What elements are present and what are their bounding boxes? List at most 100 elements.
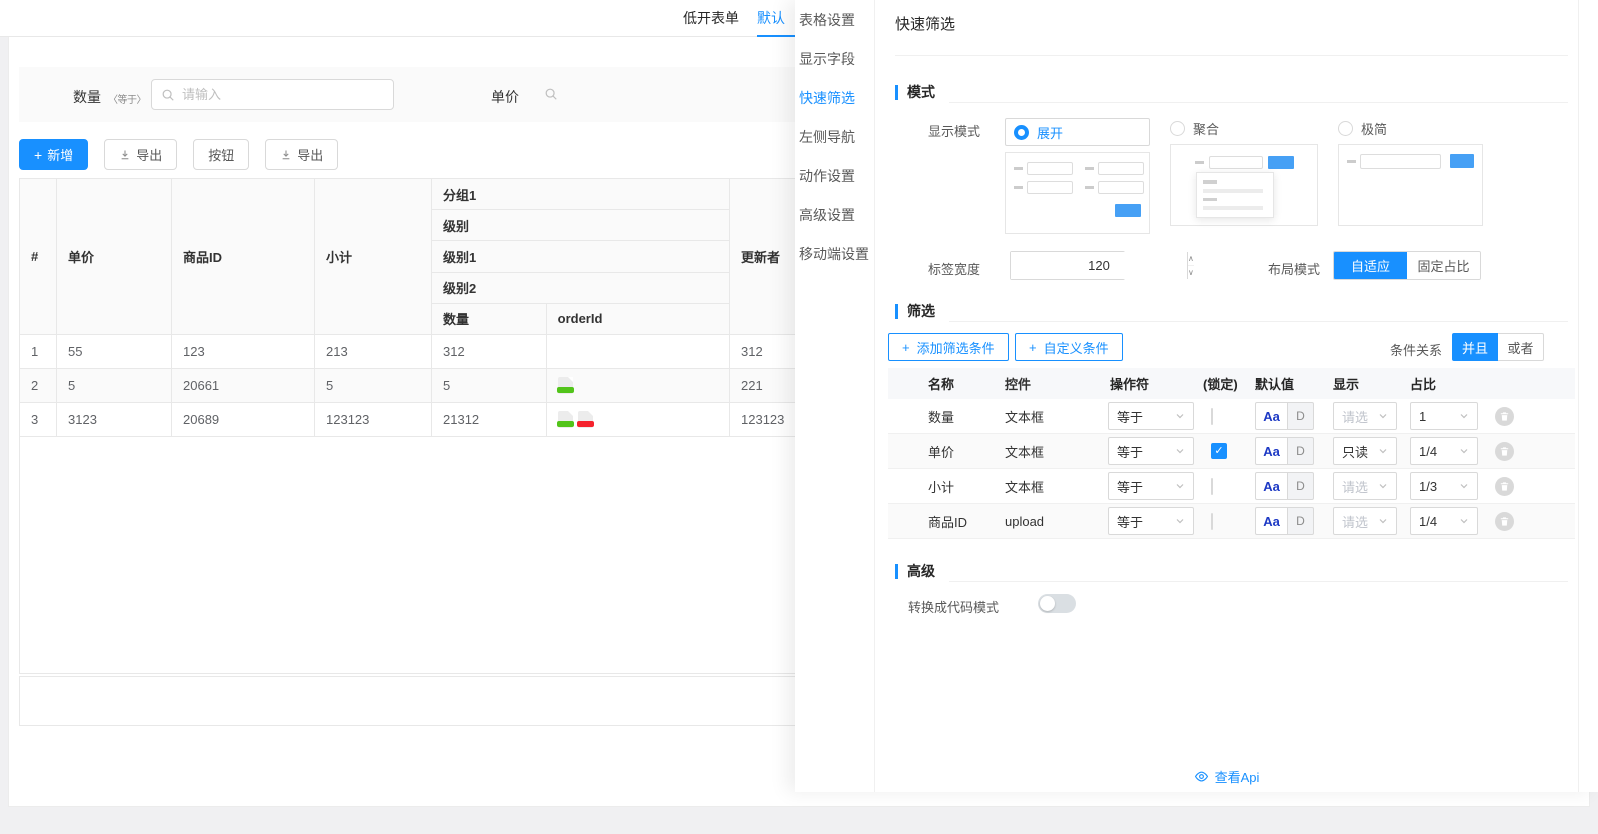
preview-button (1115, 204, 1141, 217)
radio-icon (1014, 125, 1029, 140)
default-text-button[interactable]: Aa (1255, 472, 1288, 500)
filter-row-quantity: 数量 文本框 等于 AaD 请选 1 (888, 399, 1575, 434)
default-dynamic-button[interactable]: D (1288, 402, 1314, 430)
display-select[interactable]: 请选 (1333, 472, 1397, 500)
excel-file-icon[interactable] (558, 411, 573, 428)
operator-select[interactable]: 等于 (1108, 507, 1194, 535)
spinner-up-icon[interactable]: ∧ (1188, 252, 1194, 266)
nav-item-display-fields[interactable]: 显示字段 (795, 39, 874, 78)
col-header-level1: 级别1 (432, 241, 729, 272)
drawer-content: 快速筛选 模式 显示模式 展开 (875, 0, 1578, 792)
nav-item-quick-filter[interactable]: 快速筛选 (795, 78, 874, 117)
operator-select[interactable]: 等于 (1108, 472, 1194, 500)
order-files-cell (547, 369, 730, 402)
preview-dropdown (1196, 172, 1274, 218)
preview-minimal (1338, 144, 1483, 226)
table-toolbar: + 新增 导出 按钮 导出 (19, 139, 338, 170)
col-header-order-id: orderId (547, 304, 729, 334)
preview-button (1268, 156, 1294, 169)
drawer-scrollbar-gutter[interactable] (1578, 0, 1598, 792)
radio-minimal[interactable]: 极简 (1338, 118, 1483, 138)
chevron-down-icon (1378, 516, 1388, 526)
operator-select[interactable]: 等于 (1108, 402, 1194, 430)
default-text-button[interactable]: Aa (1255, 507, 1288, 535)
chevron-down-icon (1459, 516, 1469, 526)
nav-item-mobile-settings[interactable]: 移动端设置 (795, 234, 874, 273)
ratio-select[interactable]: 1/4 (1410, 507, 1478, 535)
quantity-filter-input[interactable] (151, 79, 394, 110)
drawer-nav: 表格设置 显示字段 快速筛选 左侧导航 动作设置 高级设置 移动端设置 (795, 0, 875, 792)
custom-condition-button[interactable]: +自定义条件 (1015, 333, 1123, 361)
locked-checkbox[interactable] (1211, 408, 1213, 425)
quantity-filter-operator: 〈等于〉 (108, 91, 146, 106)
nav-item-advanced-settings[interactable]: 高级设置 (795, 195, 874, 234)
delete-row-icon[interactable] (1495, 442, 1514, 461)
operator-select[interactable]: 等于 (1108, 437, 1194, 465)
default-text-button[interactable]: Aa (1255, 437, 1288, 465)
radio-aggregate[interactable]: 聚合 (1170, 118, 1318, 138)
tab-low-code-form[interactable]: 低开表单 (683, 0, 739, 36)
label-width-value[interactable] (1011, 252, 1187, 279)
radio-icon (1170, 121, 1185, 136)
default-dynamic-button[interactable]: D (1288, 437, 1314, 465)
locked-checkbox[interactable] (1211, 513, 1213, 530)
tab-default-view[interactable]: 默认 (757, 0, 785, 36)
col-header-product-id: 商品ID (172, 179, 315, 334)
default-text-button[interactable]: Aa (1255, 402, 1288, 430)
search-icon (161, 88, 175, 102)
add-filter-condition-button[interactable]: +添加筛选条件 (888, 333, 1009, 361)
delete-row-icon[interactable] (1495, 407, 1514, 426)
col-header-price: 单价 (57, 179, 172, 334)
layout-option-fixed-ratio[interactable]: 固定占比 (1407, 252, 1480, 279)
export-button-2[interactable]: 导出 (265, 139, 338, 170)
spinner-down-icon[interactable]: ∨ (1188, 266, 1194, 279)
chevron-down-icon (1175, 481, 1185, 491)
preview-aggregate (1170, 144, 1318, 226)
filter-config-table: 名称 控件 操作符 (锁定) 默认值 显示 占比 数量 文本框 等于 AaD 请… (888, 368, 1575, 539)
display-select[interactable]: 只读 (1333, 437, 1397, 465)
chevron-down-icon (1459, 411, 1469, 421)
ratio-select[interactable]: 1/3 (1410, 472, 1478, 500)
section-advanced: 高级 (895, 560, 1568, 582)
excel-file-icon[interactable] (558, 377, 573, 394)
delete-row-icon[interactable] (1495, 477, 1514, 496)
radio-expanded[interactable]: 展开 (1005, 118, 1150, 146)
display-select[interactable]: 请选 (1333, 402, 1397, 430)
ratio-select[interactable]: 1 (1410, 402, 1478, 430)
nav-item-table-settings[interactable]: 表格设置 (795, 0, 874, 39)
nav-item-left-nav[interactable]: 左侧导航 (795, 117, 874, 156)
default-dynamic-button[interactable]: D (1288, 472, 1314, 500)
code-mode-label: 转换成代码模式 (908, 597, 999, 616)
generic-button[interactable]: 按钮 (193, 139, 249, 170)
chevron-down-icon (1175, 411, 1185, 421)
search-icon (544, 87, 558, 101)
relation-and-button[interactable]: 并且 (1452, 333, 1498, 361)
code-mode-toggle[interactable] (1038, 594, 1076, 613)
display-select[interactable]: 请选 (1333, 507, 1397, 535)
locked-checkbox[interactable]: ✓ (1211, 443, 1227, 459)
nav-item-action-settings[interactable]: 动作设置 (795, 156, 874, 195)
quantity-filter-text[interactable] (182, 87, 384, 102)
delete-row-icon[interactable] (1495, 512, 1514, 531)
export-button-1[interactable]: 导出 (104, 139, 177, 170)
preview-button (1450, 154, 1474, 168)
order-files-cell (547, 403, 730, 436)
layout-mode-label: 布局模式 (1268, 259, 1320, 278)
layout-option-adaptive[interactable]: 自适应 (1334, 252, 1407, 279)
label-width-input[interactable]: ∧ ∨ (1010, 251, 1125, 280)
pdf-file-icon[interactable] (578, 411, 593, 428)
col-header-group: 分组1 级别 级别1 级别2 数量 orderId (432, 179, 730, 334)
add-button[interactable]: + 新增 (19, 139, 88, 170)
preview-expanded (1005, 152, 1150, 234)
view-api-link[interactable]: 查看Api (875, 767, 1578, 786)
display-mode-option-minimal: 极简 (1338, 118, 1483, 226)
quantity-filter-label: 数量 (73, 87, 101, 107)
col-header-index: # (20, 179, 57, 334)
number-spinner: ∧ ∨ (1187, 252, 1194, 279)
ratio-select[interactable]: 1/4 (1410, 437, 1478, 465)
relation-or-button[interactable]: 或者 (1498, 333, 1544, 361)
section-filter: 筛选 (895, 300, 1568, 322)
default-dynamic-button[interactable]: D (1288, 507, 1314, 535)
locked-checkbox[interactable] (1211, 478, 1213, 495)
layout-mode-segmented: 自适应 固定占比 (1333, 251, 1481, 280)
